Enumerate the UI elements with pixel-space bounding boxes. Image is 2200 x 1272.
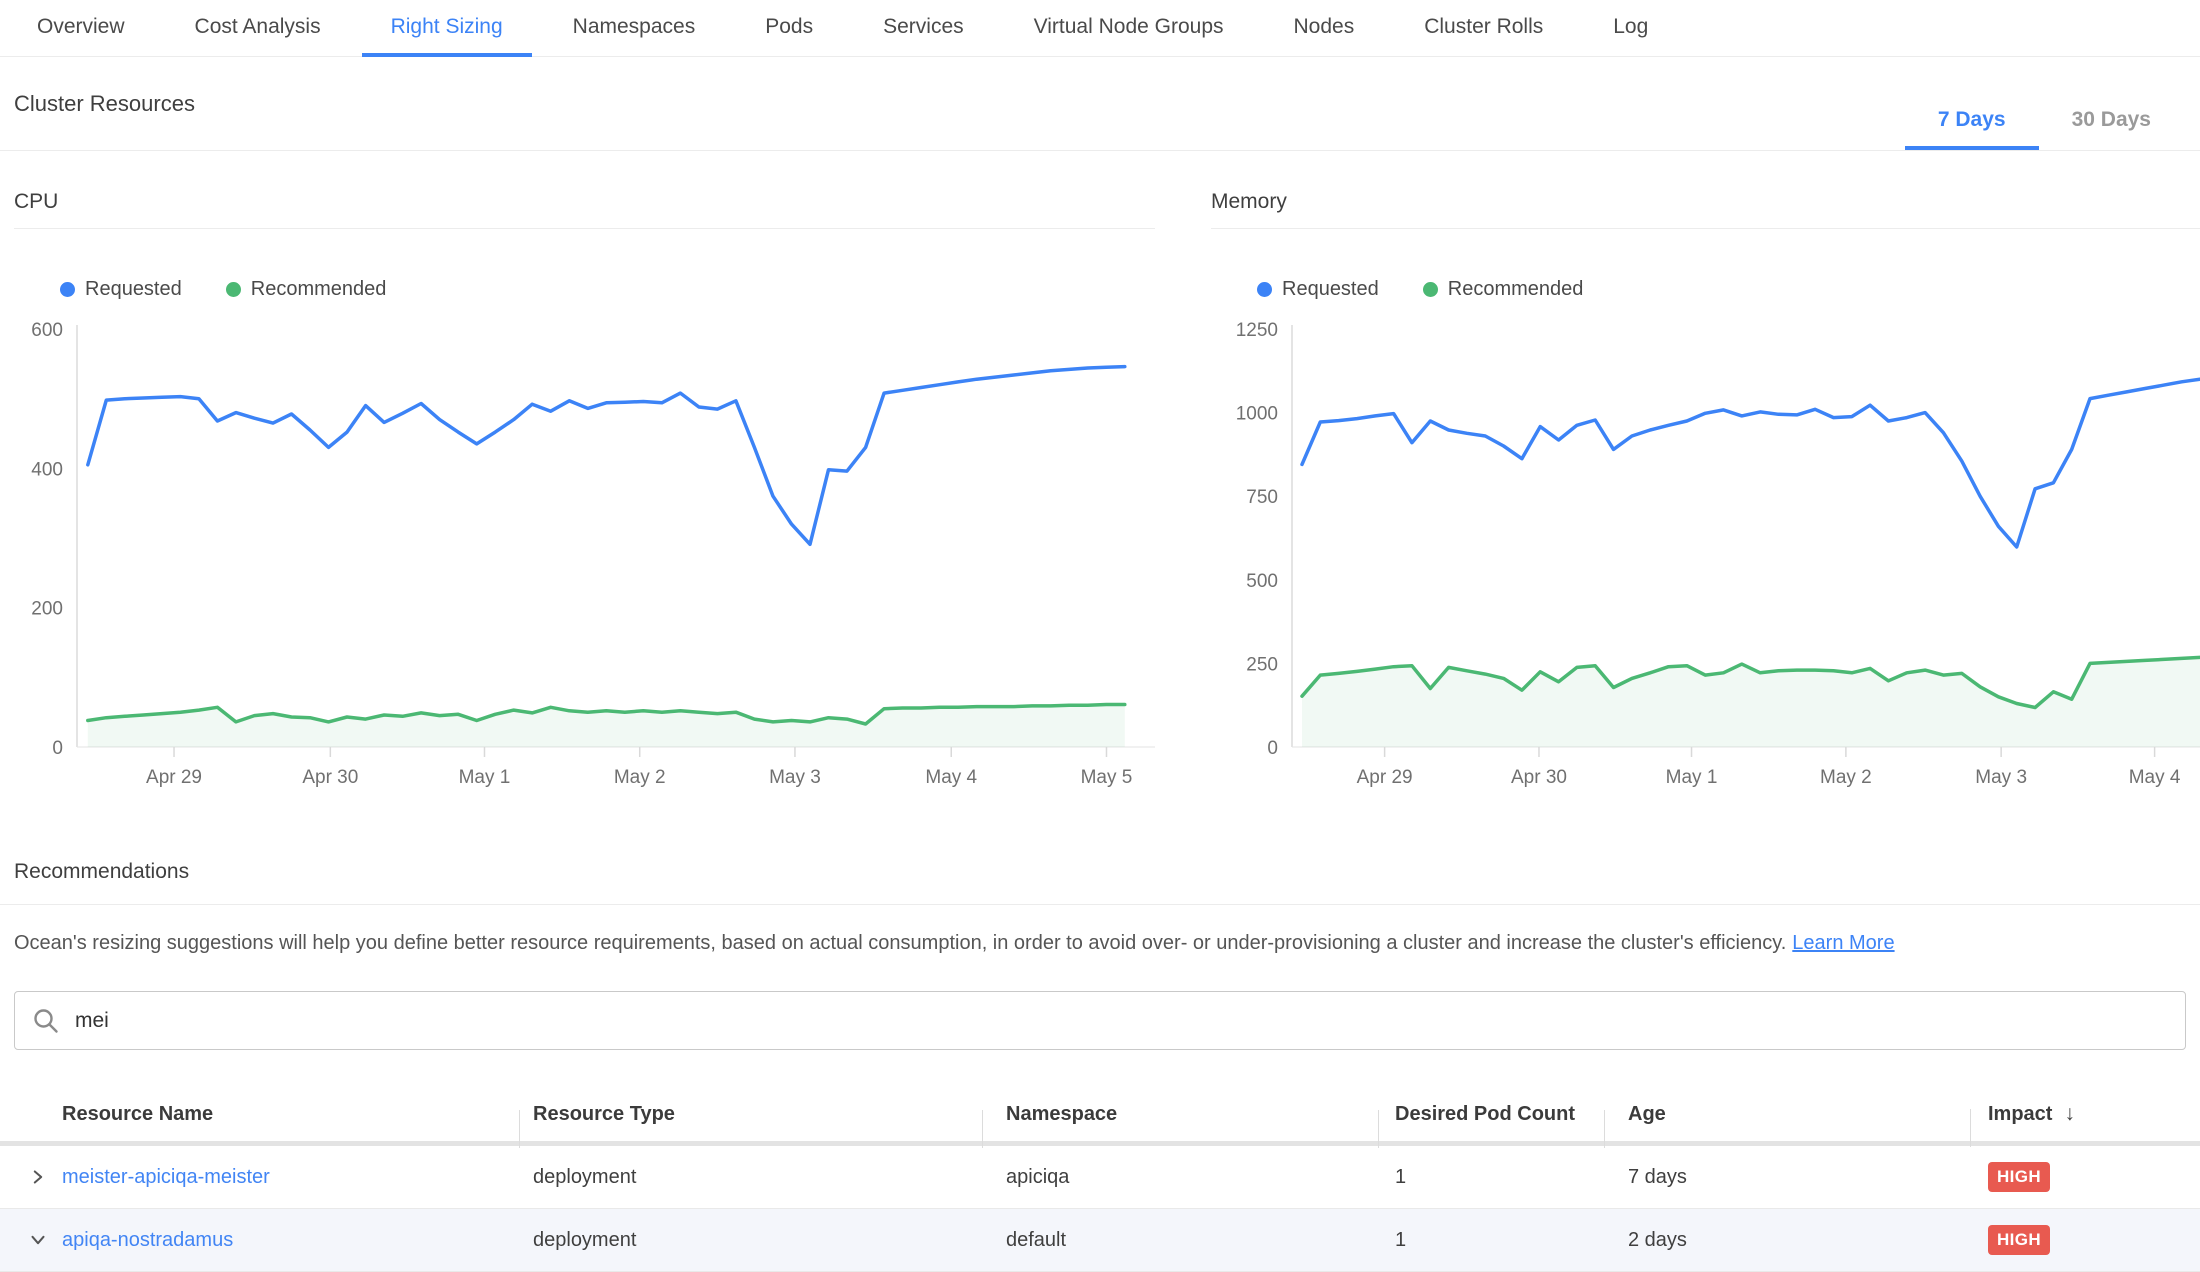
svg-text:May 3: May 3 xyxy=(769,767,821,788)
svg-text:May 5: May 5 xyxy=(1081,767,1133,788)
memory-chart-title: Memory xyxy=(1211,190,2200,229)
recommendations-description-text: Ocean's resizing suggestions will help y… xyxy=(14,932,1786,954)
svg-text:Apr 30: Apr 30 xyxy=(302,767,358,788)
cpu-chart-title: CPU xyxy=(14,190,1155,229)
search-icon xyxy=(31,1006,61,1036)
row-expander[interactable] xyxy=(0,1229,62,1251)
column-header-resource-name[interactable]: Resource Name xyxy=(62,1103,519,1126)
cpu-chart-legend: Requested Recommended xyxy=(14,275,1155,303)
svg-text:May 1: May 1 xyxy=(459,767,511,788)
tab-virtual-node-groups[interactable]: Virtual Node Groups xyxy=(1005,0,1253,53)
section-title-recommendations: Recommendations xyxy=(14,860,2200,884)
chevron-down-icon[interactable] xyxy=(27,1229,49,1251)
memory-chart-plot: 0 250 500 750 1000 1250 Apr 29 Apr 30 May 1 May 2… xyxy=(1211,317,2200,792)
cpu-chart-plot: 0 200 400 600 Apr 29 Apr 30 May 1 May 2 May 3 May… xyxy=(14,317,1155,792)
pod-count-cell: 1 xyxy=(1378,1229,1604,1252)
svg-text:May 2: May 2 xyxy=(1820,767,1872,788)
age-cell: 7 days xyxy=(1604,1166,1970,1189)
column-header-age[interactable]: Age xyxy=(1604,1103,1970,1126)
resource-name-link[interactable]: apiqa-nostradamus xyxy=(62,1229,233,1251)
tab-log[interactable]: Log xyxy=(1584,0,1677,53)
impact-badge: HIGH xyxy=(1988,1162,2050,1192)
svg-text:May 3: May 3 xyxy=(1975,767,2027,788)
namespace-cell: default xyxy=(982,1229,1378,1252)
range-tab-30-days[interactable]: 30 Days xyxy=(2039,108,2184,150)
pod-count-cell: 1 xyxy=(1378,1166,1604,1189)
legend-dot-requested xyxy=(1257,282,1272,297)
svg-text:0: 0 xyxy=(52,738,63,759)
tab-cluster-rolls[interactable]: Cluster Rolls xyxy=(1395,0,1572,53)
column-header-impact[interactable]: Impact↓ xyxy=(1970,1102,2200,1126)
recommendations-table-body: meister-apiciqa-meisterdeploymentapiciqa… xyxy=(0,1146,2200,1272)
section-title-cluster-resources: Cluster Resources xyxy=(14,91,195,117)
legend-dot-recommended xyxy=(1423,282,1438,297)
learn-more-link[interactable]: Learn More xyxy=(1792,932,1894,954)
legend-label: Recommended xyxy=(251,278,387,301)
impact-badge: HIGH xyxy=(1988,1225,2050,1255)
tab-cost-analysis[interactable]: Cost Analysis xyxy=(166,0,350,53)
table-row: apiqa-nostradamus deploymentdefault12 day… xyxy=(0,1209,2200,1272)
legend-item-recommended[interactable]: Recommended xyxy=(226,278,387,301)
table-header-row: Resource Name Resource Type Namespace De… xyxy=(0,1087,2200,1141)
table-row: meister-apiciqa-meister deploymentapiciqa… xyxy=(0,1146,2200,1209)
svg-text:May 4: May 4 xyxy=(925,767,977,788)
svg-text:400: 400 xyxy=(31,459,63,480)
resource-type-cell: deployment xyxy=(519,1229,982,1252)
tab-namespaces[interactable]: Namespaces xyxy=(544,0,725,53)
svg-text:Apr 30: Apr 30 xyxy=(1511,767,1567,788)
memory-chart-section: Memory Requested Recommended 0 250 500 750 10… xyxy=(1211,190,2200,792)
resource-search xyxy=(14,991,2186,1050)
svg-text:500: 500 xyxy=(1246,571,1278,592)
legend-label: Recommended xyxy=(1448,278,1584,301)
chevron-right-icon[interactable] xyxy=(27,1166,49,1188)
legend-label: Requested xyxy=(1282,278,1379,301)
recommendations-header: Recommendations xyxy=(0,860,2200,905)
tab-pods[interactable]: Pods xyxy=(736,0,842,53)
column-header-resource-type[interactable]: Resource Type xyxy=(519,1103,982,1126)
tab-services[interactable]: Services xyxy=(854,0,993,53)
search-input[interactable] xyxy=(73,1008,2185,1034)
svg-text:600: 600 xyxy=(31,320,63,341)
sort-descending-icon[interactable]: ↓ xyxy=(2064,1102,2075,1125)
memory-chart-legend: Requested Recommended xyxy=(1211,275,2200,303)
age-cell: 2 days xyxy=(1604,1229,1970,1252)
legend-item-requested[interactable]: Requested xyxy=(1257,278,1379,301)
legend-item-recommended[interactable]: Recommended xyxy=(1423,278,1584,301)
namespace-cell: apiciqa xyxy=(982,1166,1378,1189)
svg-text:1250: 1250 xyxy=(1236,320,1278,341)
svg-text:1000: 1000 xyxy=(1236,404,1278,425)
column-header-desired-pod-count[interactable]: Desired Pod Count xyxy=(1378,1103,1604,1126)
svg-text:May 1: May 1 xyxy=(1666,767,1718,788)
resource-name-link[interactable]: meister-apiciqa-meister xyxy=(62,1166,270,1188)
legend-item-requested[interactable]: Requested xyxy=(60,278,182,301)
column-header-namespace[interactable]: Namespace xyxy=(982,1103,1378,1126)
cpu-chart-section: CPU Requested Recommended 0 200 400 600 Apr 2… xyxy=(14,190,1155,792)
main-tabs: OverviewCost AnalysisRight SizingNamespa… xyxy=(0,0,2200,57)
svg-text:Apr 29: Apr 29 xyxy=(146,767,202,788)
tab-nodes[interactable]: Nodes xyxy=(1265,0,1384,53)
svg-text:250: 250 xyxy=(1246,654,1278,675)
svg-text:Apr 29: Apr 29 xyxy=(1357,767,1413,788)
svg-text:May 2: May 2 xyxy=(614,767,666,788)
legend-label: Requested xyxy=(85,278,182,301)
cluster-resources-header: Cluster Resources 7 Days30 Days xyxy=(0,57,2200,151)
legend-dot-requested xyxy=(60,282,75,297)
row-expander[interactable] xyxy=(0,1166,62,1188)
time-range-toggle: 7 Days30 Days xyxy=(1905,108,2184,150)
svg-text:May 4: May 4 xyxy=(2129,767,2181,788)
resource-type-cell: deployment xyxy=(519,1166,982,1189)
legend-dot-recommended xyxy=(226,282,241,297)
svg-text:200: 200 xyxy=(31,599,63,620)
tab-right-sizing[interactable]: Right Sizing xyxy=(362,0,532,57)
recommendations-table: Resource Name Resource Type Namespace De… xyxy=(0,1087,2200,1272)
recommendations-description: Ocean's resizing suggestions will help y… xyxy=(14,932,2180,955)
tab-overview[interactable]: Overview xyxy=(8,0,154,53)
svg-text:750: 750 xyxy=(1246,487,1278,508)
range-tab-7-days[interactable]: 7 Days xyxy=(1905,108,2039,150)
svg-text:0: 0 xyxy=(1267,738,1278,759)
